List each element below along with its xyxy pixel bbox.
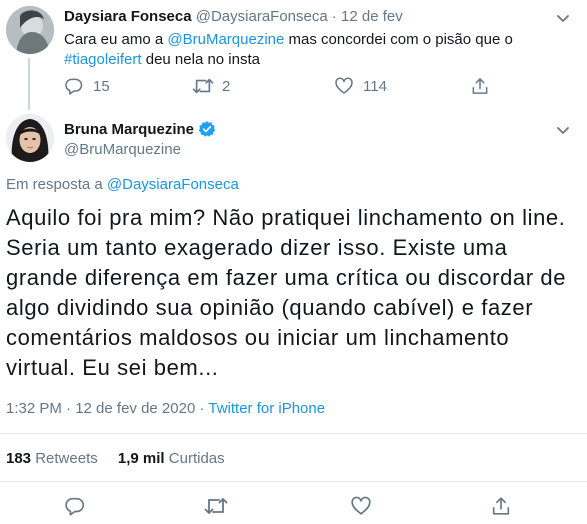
author-handle[interactable]: @DaysiaraFonseca — [196, 8, 328, 25]
parent-tweet-text: Cara eu amo a @BruMarquezine mas concord… — [64, 30, 564, 70]
reply-prefix: Em resposta a — [6, 176, 107, 193]
avatar-image — [6, 114, 54, 162]
avatar-bruna[interactable] — [6, 114, 54, 162]
reply-context: Em resposta a @DaysiaraFonseca — [6, 176, 239, 193]
like-count: 114 — [363, 77, 387, 95]
more-options-button[interactable] — [555, 10, 571, 26]
main-tweet-text: Aquilo foi pra mim? Não pratiquei lincha… — [6, 205, 567, 380]
like-button[interactable]: 114 — [334, 76, 387, 96]
text-segment: Cara eu amo a — [64, 31, 168, 48]
divider — [0, 481, 587, 482]
chevron-down-icon — [557, 15, 569, 22]
reply-count: 15 — [93, 77, 110, 95]
reply-to-link[interactable]: @DaysiaraFonseca — [107, 176, 239, 193]
retweet-icon — [204, 498, 228, 514]
avatar-daysiara[interactable] — [6, 6, 54, 54]
divider — [0, 433, 587, 434]
reply-button[interactable] — [64, 495, 86, 517]
retweets-stat[interactable]: 183 Retweets — [6, 450, 102, 467]
retweets-label: Retweets — [35, 450, 98, 467]
like-icon — [351, 496, 371, 515]
more-options-button[interactable] — [555, 122, 571, 138]
tweet-date[interactable]: 12 de fev — [341, 8, 403, 25]
text-segment: mas concordei com o pisão que o — [284, 31, 513, 48]
chevron-down-icon — [557, 127, 569, 134]
share-icon — [492, 497, 510, 515]
meta-separator: · — [195, 400, 209, 417]
hashtag-link[interactable]: #tiagoleifert — [64, 51, 142, 68]
engagement-stats: 183 Retweets 1,9 mil Curtidas — [6, 450, 225, 467]
header-separator: · — [331, 8, 337, 25]
likes-stat[interactable]: 1,9 mil Curtidas — [118, 450, 225, 467]
retweet-button[interactable] — [204, 495, 228, 517]
retweet-count: 2 — [222, 77, 231, 95]
likes-count: 1,9 mil — [117, 450, 165, 467]
share-button[interactable] — [470, 76, 490, 96]
share-button[interactable] — [490, 495, 512, 517]
author-handle[interactable]: @BruMarquezine — [64, 141, 216, 158]
mention-link[interactable]: @BruMarquezine — [167, 31, 284, 48]
reply-icon — [65, 78, 83, 95]
text-segment: deu nela no insta — [141, 51, 260, 68]
reply-button[interactable]: 15 — [64, 76, 110, 96]
avatar-image — [6, 6, 54, 54]
verified-badge-icon — [198, 121, 216, 137]
share-icon — [472, 78, 488, 94]
retweet-button[interactable]: 2 — [192, 76, 230, 96]
retweet-icon — [192, 78, 214, 94]
main-tweet-author: Bruna Marquezine @BruMarquezine — [64, 120, 216, 158]
like-button[interactable] — [350, 495, 372, 517]
tweet-meta: 1:32 PM · 12 de fev de 2020 · Twitter fo… — [6, 400, 325, 417]
retweets-count: 183 — [6, 450, 32, 467]
parent-tweet-header: Daysiara Fonseca @DaysiaraFonseca · 12 d… — [64, 8, 403, 25]
like-icon — [335, 77, 353, 94]
author-name[interactable]: Bruna Marquezine — [64, 121, 194, 138]
tweet-timestamp[interactable]: 1:32 PM · 12 de fev de 2020 — [6, 400, 195, 417]
thread-connector — [28, 58, 30, 110]
reply-icon — [65, 497, 85, 516]
likes-label: Curtidas — [168, 450, 225, 467]
author-name[interactable]: Daysiara Fonseca — [64, 8, 192, 25]
tweet-source-link[interactable]: Twitter for iPhone — [208, 400, 325, 417]
